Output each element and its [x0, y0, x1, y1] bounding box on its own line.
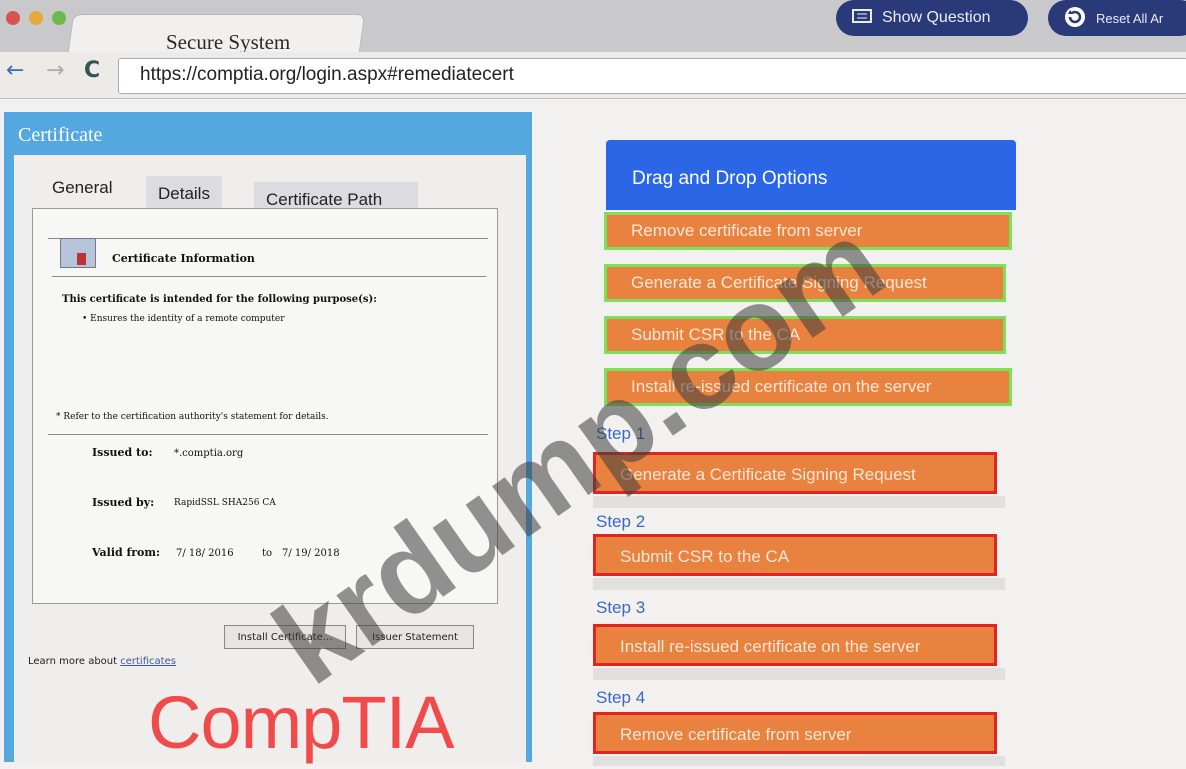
certificates-link[interactable]: certificates	[120, 656, 176, 667]
step-4-label: Step 4	[596, 688, 646, 707]
panel-divider-heading	[52, 276, 486, 277]
window-controls	[6, 10, 70, 29]
forward-arrow-icon[interactable]: →	[46, 58, 64, 83]
issued-by-label: Issued by:	[92, 496, 155, 509]
show-question-button[interactable]: Show Question	[836, 0, 1028, 36]
certificate-icon	[60, 238, 96, 268]
tab-details[interactable]: Details	[146, 176, 222, 212]
step-1-slot-base	[593, 496, 1005, 508]
issued-to-label: Issued to:	[92, 446, 153, 459]
purpose-item: • Ensures the identity of a remote compu…	[82, 314, 285, 324]
valid-to-word: to	[262, 548, 273, 559]
panel-divider-bottom	[48, 434, 488, 435]
valid-from-label: Valid from:	[92, 546, 161, 559]
reset-icon	[1064, 6, 1086, 31]
learn-more-text: Learn more about certificates	[28, 656, 176, 667]
reset-all-label: Reset All Ar	[1096, 10, 1164, 26]
step-3-slot-base	[593, 668, 1005, 680]
reset-all-button[interactable]: Reset All Ar	[1048, 0, 1186, 36]
close-window-dot[interactable]	[6, 11, 20, 25]
valid-from-value: 7/ 18/ 2016	[176, 548, 234, 559]
step-3-label: Step 3	[596, 598, 646, 617]
drag-drop-header-label: Drag and Drop Options	[632, 168, 828, 189]
tab-general[interactable]: General	[52, 178, 112, 198]
comptia-logo: CompTIA	[148, 681, 455, 764]
minimize-window-dot[interactable]	[29, 11, 44, 25]
step-4-slot[interactable]: Remove certificate from server	[593, 712, 997, 754]
panel-divider-top	[48, 238, 488, 239]
purpose-heading: This certificate is intended for the fol…	[62, 294, 377, 305]
issued-to-value: *.comptia.org	[174, 448, 244, 459]
maximize-window-dot[interactable]	[52, 11, 67, 25]
step-2-slot[interactable]: Submit CSR to the CA	[593, 534, 997, 576]
step-3-slot[interactable]: Install re-issued certificate on the ser…	[593, 624, 997, 666]
step-4-slot-base	[593, 756, 1005, 766]
issued-by-value: RapidSSL SHA256 CA	[174, 498, 276, 508]
certificate-info-heading: Certificate Information	[112, 252, 255, 265]
reload-icon[interactable]: C	[84, 58, 100, 83]
address-bar-url: https://comptia.org/login.aspx#remediate…	[140, 64, 514, 85]
certificate-dialog-title: Certificate	[18, 124, 103, 146]
step-2-slot-base	[593, 578, 1005, 590]
question-panel-icon	[852, 8, 872, 29]
refer-note: * Refer to the certification authority's…	[56, 412, 329, 422]
back-arrow-icon[interactable]: ←	[6, 58, 24, 83]
show-question-label: Show Question	[882, 9, 991, 26]
learn-more-prefix: Learn more about	[28, 656, 118, 667]
